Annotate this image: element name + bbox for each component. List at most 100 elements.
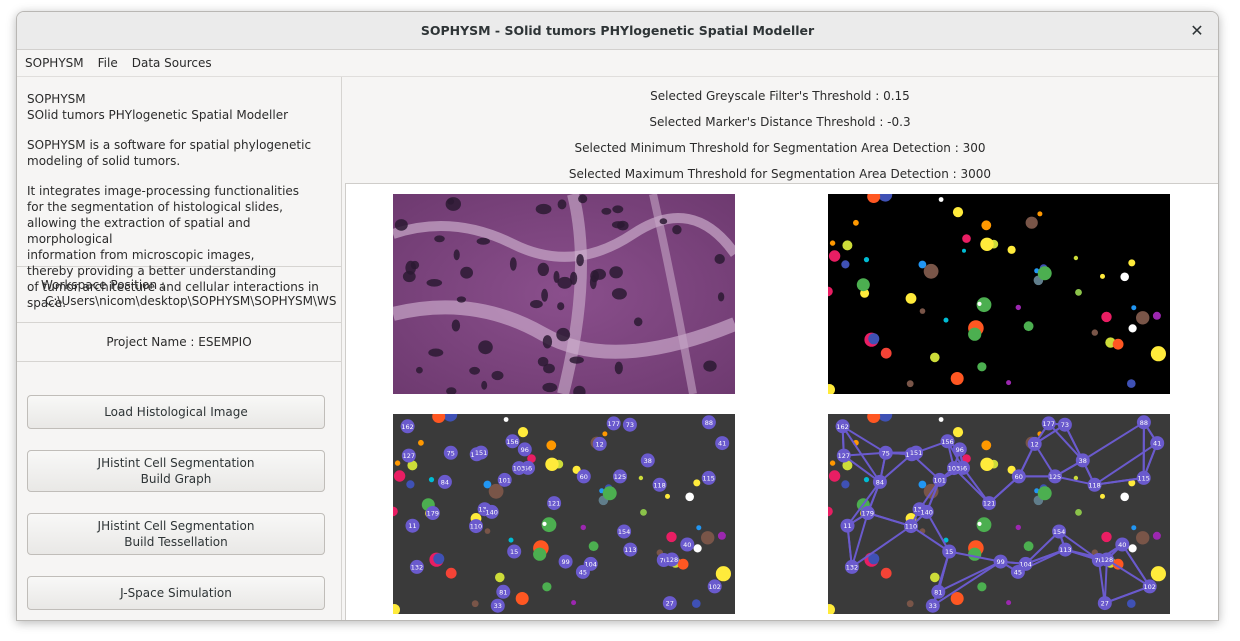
app-name: SOPHYSM bbox=[27, 92, 86, 106]
graph-node: 45 bbox=[575, 564, 590, 579]
thresholds-info: Selected Greyscale Filter's Threshold : … bbox=[342, 77, 1218, 183]
svg-text:118: 118 bbox=[1088, 481, 1100, 489]
graph-node: 15 bbox=[942, 544, 957, 559]
svg-text:177: 177 bbox=[607, 420, 619, 428]
image-gallery[interactable]: 177 127 33 162 110 12 1 38 179 11 113 115 40 73 84 99 10… bbox=[345, 183, 1218, 620]
graph-node: 162 bbox=[400, 419, 415, 434]
svg-text:179: 179 bbox=[427, 510, 439, 518]
graph-node: 75 bbox=[878, 445, 893, 460]
build-graph-label-2: Build Graph bbox=[140, 472, 212, 486]
svg-text:140: 140 bbox=[920, 508, 932, 516]
right-panel: Selected Greyscale Filter's Threshold : … bbox=[342, 77, 1218, 620]
about-section: SOPHYSM SOlid tumors PHYlogenetic Spatial… bbox=[17, 77, 341, 310]
graph-node: 110 bbox=[469, 519, 483, 534]
graph-node: 127 bbox=[401, 448, 416, 463]
graph-node: 11 bbox=[840, 518, 855, 533]
svg-text:101: 101 bbox=[498, 476, 510, 484]
graph-node: 12 bbox=[592, 436, 607, 451]
svg-text:33: 33 bbox=[929, 602, 937, 610]
graph-node: 156 bbox=[940, 434, 955, 449]
graph-nodes-image: 177 127 33 162 110 12 1 38 179 11 113 115 40 73 84 99 10… bbox=[393, 414, 735, 614]
svg-text:40: 40 bbox=[1118, 541, 1126, 549]
build-graph-button[interactable]: JHistint Cell Segmentation Build Graph bbox=[27, 450, 325, 492]
svg-text:102: 102 bbox=[1143, 583, 1155, 591]
project-name: Project Name : ESEMPIO bbox=[17, 323, 341, 362]
graph-node: 151 bbox=[909, 445, 924, 460]
graph-node: 99 bbox=[993, 554, 1008, 569]
menubar: SOPHYSM File Data Sources bbox=[17, 50, 1218, 77]
window-title: SOPHYSM - SOlid tumors PHYlogenetic Spat… bbox=[420, 23, 815, 38]
svg-text:75: 75 bbox=[447, 449, 455, 457]
graph-node: 177 bbox=[1041, 416, 1056, 431]
svg-text:88: 88 bbox=[705, 419, 713, 427]
svg-text:132: 132 bbox=[846, 563, 858, 571]
svg-text:88: 88 bbox=[1140, 419, 1148, 427]
svg-text:11: 11 bbox=[408, 522, 416, 530]
graph-node: 40 bbox=[1115, 537, 1130, 552]
graph-node: 118 bbox=[1087, 477, 1102, 492]
svg-text:132: 132 bbox=[411, 563, 423, 571]
jspace-simulation-button[interactable]: J-Space Simulation bbox=[27, 576, 325, 610]
graph-node: 121 bbox=[547, 496, 562, 511]
svg-text:156: 156 bbox=[506, 438, 518, 446]
graph-node: 177 bbox=[606, 416, 621, 431]
svg-text:96: 96 bbox=[521, 446, 529, 454]
svg-text:84: 84 bbox=[876, 478, 884, 486]
svg-text:154: 154 bbox=[1053, 528, 1065, 536]
svg-text:154: 154 bbox=[618, 528, 630, 536]
svg-text:162: 162 bbox=[836, 423, 848, 431]
graph-node: 96 bbox=[952, 442, 967, 457]
svg-text:125: 125 bbox=[614, 473, 626, 481]
app-description-1: SOPHYSM is a software for spatial phylog… bbox=[27, 138, 312, 168]
svg-text:33: 33 bbox=[494, 602, 502, 610]
svg-text:151: 151 bbox=[475, 449, 487, 457]
menu-sophysm[interactable]: SOPHYSM bbox=[25, 56, 84, 70]
svg-text:45: 45 bbox=[1014, 568, 1022, 576]
svg-text:177: 177 bbox=[1042, 420, 1054, 428]
left-panel: SOPHYSM SOlid tumors PHYlogenetic Spatial… bbox=[17, 77, 342, 620]
graph-node: 132 bbox=[409, 559, 424, 574]
graph-node: 127 bbox=[836, 448, 851, 463]
build-tessellation-button[interactable]: JHistint Cell Segmentation Build Tessell… bbox=[27, 513, 325, 555]
svg-text:73: 73 bbox=[1061, 421, 1069, 429]
svg-text:113: 113 bbox=[624, 546, 636, 554]
graph-node: 128 bbox=[1099, 552, 1114, 567]
graph-node: 38 bbox=[1075, 453, 1090, 468]
svg-text:113: 113 bbox=[1059, 546, 1071, 554]
svg-text:40: 40 bbox=[683, 541, 691, 549]
graph-node: 45 bbox=[1010, 564, 1025, 579]
svg-text:179: 179 bbox=[862, 510, 874, 518]
graph-node: 113 bbox=[623, 542, 638, 557]
graph-node: 125 bbox=[613, 469, 627, 484]
svg-text:15: 15 bbox=[510, 548, 518, 556]
graph-node: 73 bbox=[1057, 417, 1072, 432]
menu-file[interactable]: File bbox=[98, 56, 118, 70]
svg-text:103: 103 bbox=[513, 465, 525, 473]
svg-text:45: 45 bbox=[579, 568, 587, 576]
menu-data-sources[interactable]: Data Sources bbox=[132, 56, 212, 70]
svg-text:73: 73 bbox=[626, 421, 634, 429]
marker-distance-threshold: Selected Marker's Distance Threshold : -… bbox=[649, 115, 911, 129]
svg-text:84: 84 bbox=[441, 478, 449, 486]
graph-node: 88 bbox=[701, 415, 716, 430]
svg-text:41: 41 bbox=[1153, 440, 1161, 448]
graph-node: 115 bbox=[701, 470, 716, 485]
svg-text:121: 121 bbox=[548, 500, 560, 508]
build-tessellation-label-2: Build Tessellation bbox=[124, 535, 228, 549]
svg-text:118: 118 bbox=[653, 481, 665, 489]
graph-node: 132 bbox=[844, 559, 859, 574]
load-image-button[interactable]: Load Histological Image bbox=[27, 395, 325, 429]
svg-text:151: 151 bbox=[910, 449, 922, 457]
close-icon[interactable]: ✕ bbox=[1186, 19, 1208, 41]
graph-edges-image: 177 127 33 162 110 12 1 38 179 11 113 115 40 73 84 99 10… bbox=[828, 414, 1170, 614]
titlebar: SOPHYSM - SOlid tumors PHYlogenetic Spat… bbox=[17, 12, 1218, 50]
graph-node: 12 bbox=[1027, 436, 1042, 451]
svg-text:99: 99 bbox=[561, 558, 569, 566]
segmentation-image bbox=[828, 194, 1170, 394]
graph-node: 38 bbox=[640, 453, 655, 468]
jspace-simulation-label: J-Space Simulation bbox=[120, 586, 232, 600]
svg-text:115: 115 bbox=[1137, 474, 1149, 482]
svg-text:125: 125 bbox=[1049, 473, 1061, 481]
svg-text:11: 11 bbox=[843, 522, 851, 530]
graph-node: 60 bbox=[1011, 469, 1026, 484]
